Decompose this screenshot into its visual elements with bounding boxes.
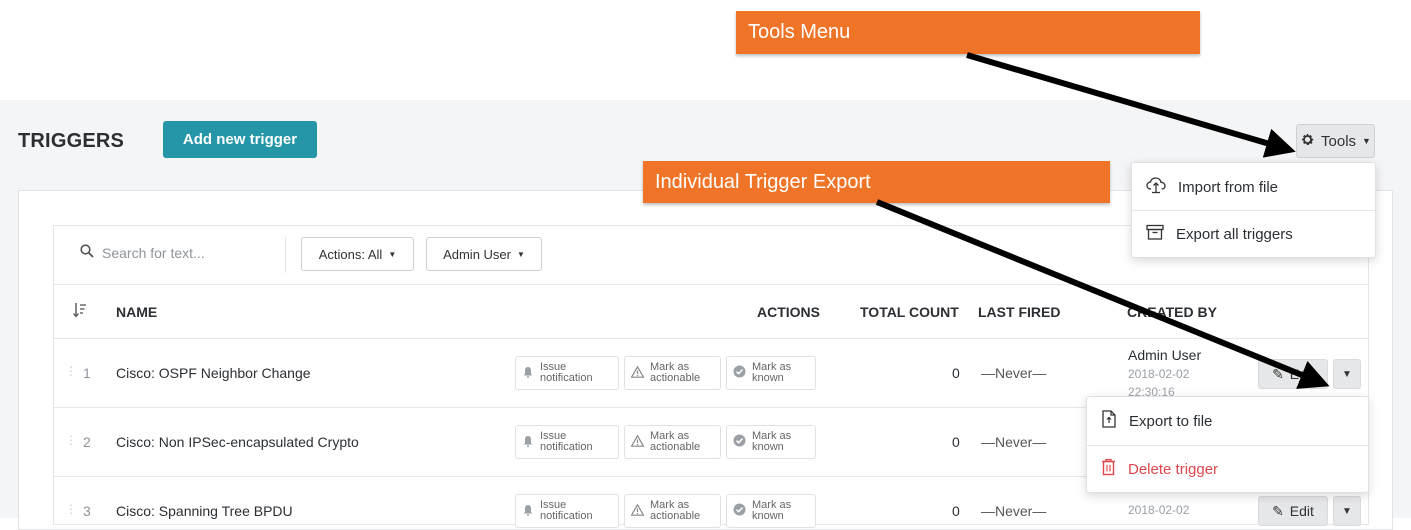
annotation-arrows	[875, 52, 1330, 389]
tools-arrow	[966, 52, 1296, 158]
export-arrow	[875, 199, 1330, 389]
